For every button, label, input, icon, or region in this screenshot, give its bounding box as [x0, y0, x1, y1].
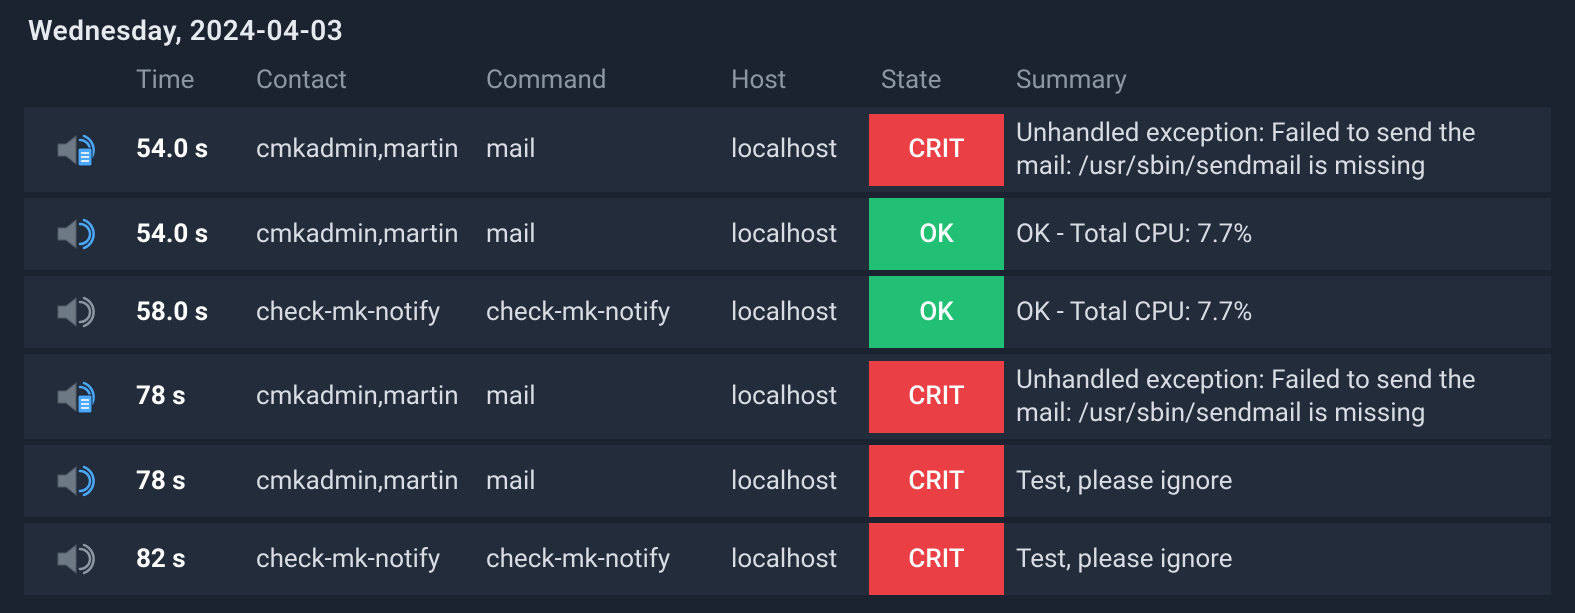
contact-cell: check-mk-notify	[244, 523, 474, 595]
speaker-grey-icon	[24, 276, 124, 348]
contact-cell: cmkadmin,martin	[244, 445, 474, 517]
contact-cell: cmkadmin,martin	[244, 354, 474, 439]
table-row[interactable]: 78 scmkadmin,martinmaillocalhostCRITUnha…	[24, 354, 1551, 439]
host-cell: localhost	[719, 276, 869, 348]
state-badge: OK	[869, 276, 1004, 348]
col-host-header[interactable]: Host	[719, 63, 869, 101]
table-header-row: Time Contact Command Host State Summary	[24, 63, 1551, 101]
log-panel: Wednesday, 2024-04-03 Time Contact Comma…	[0, 0, 1575, 613]
col-state-header[interactable]: State	[869, 63, 1004, 101]
state-badge: CRIT	[869, 523, 1004, 595]
time-cell: 54.0 s	[124, 198, 244, 270]
state-cell: OK	[869, 198, 1004, 270]
state-badge: OK	[869, 198, 1004, 270]
table-row[interactable]: 54.0 scmkadmin,martinmaillocalhostOKOK -…	[24, 198, 1551, 270]
speaker-blue-icon	[24, 198, 124, 270]
summary-cell: Unhandled exception: Failed to send the …	[1004, 107, 1551, 192]
state-badge: CRIT	[869, 361, 1004, 433]
host-cell: localhost	[719, 354, 869, 439]
host-cell: localhost	[719, 523, 869, 595]
event-table: Time Contact Command Host State Summary …	[24, 57, 1551, 601]
host-cell: localhost	[719, 198, 869, 270]
time-cell: 58.0 s	[124, 276, 244, 348]
contact-cell: cmkadmin,martin	[244, 107, 474, 192]
command-cell: check-mk-notify	[474, 523, 719, 595]
time-cell: 78 s	[124, 354, 244, 439]
time-cell: 54.0 s	[124, 107, 244, 192]
command-cell: check-mk-notify	[474, 276, 719, 348]
state-badge: CRIT	[869, 114, 1004, 186]
table-row[interactable]: 54.0 scmkadmin,martinmaillocalhostCRITUn…	[24, 107, 1551, 192]
summary-cell: Test, please ignore	[1004, 523, 1551, 595]
summary-cell: OK - Total CPU: 7.7%	[1004, 276, 1551, 348]
state-cell: OK	[869, 276, 1004, 348]
time-cell: 82 s	[124, 523, 244, 595]
col-time-header[interactable]: Time	[124, 63, 244, 101]
time-cell: 78 s	[124, 445, 244, 517]
contact-cell: check-mk-notify	[244, 276, 474, 348]
summary-cell: Unhandled exception: Failed to send the …	[1004, 354, 1551, 439]
col-contact-header[interactable]: Contact	[244, 63, 474, 101]
command-cell: mail	[474, 107, 719, 192]
state-cell: CRIT	[869, 107, 1004, 192]
speaker-doc-icon	[24, 354, 124, 439]
speaker-blue-icon	[24, 445, 124, 517]
table-row[interactable]: 58.0 scheck-mk-notifycheck-mk-notifyloca…	[24, 276, 1551, 348]
state-cell: CRIT	[869, 445, 1004, 517]
host-cell: localhost	[719, 445, 869, 517]
col-summary-header[interactable]: Summary	[1004, 63, 1551, 101]
table-row[interactable]: 82 scheck-mk-notifycheck-mk-notifylocalh…	[24, 523, 1551, 595]
contact-cell: cmkadmin,martin	[244, 198, 474, 270]
summary-cell: Test, please ignore	[1004, 445, 1551, 517]
speaker-doc-icon	[24, 107, 124, 192]
command-cell: mail	[474, 445, 719, 517]
command-cell: mail	[474, 198, 719, 270]
command-cell: mail	[474, 354, 719, 439]
state-badge: CRIT	[869, 445, 1004, 517]
col-command-header[interactable]: Command	[474, 63, 719, 101]
summary-cell: OK - Total CPU: 7.7%	[1004, 198, 1551, 270]
date-header: Wednesday, 2024-04-03	[24, 10, 1551, 57]
host-cell: localhost	[719, 107, 869, 192]
col-icon-header	[24, 63, 124, 101]
state-cell: CRIT	[869, 523, 1004, 595]
speaker-grey-icon	[24, 523, 124, 595]
table-row[interactable]: 78 scmkadmin,martinmaillocalhostCRITTest…	[24, 445, 1551, 517]
state-cell: CRIT	[869, 354, 1004, 439]
